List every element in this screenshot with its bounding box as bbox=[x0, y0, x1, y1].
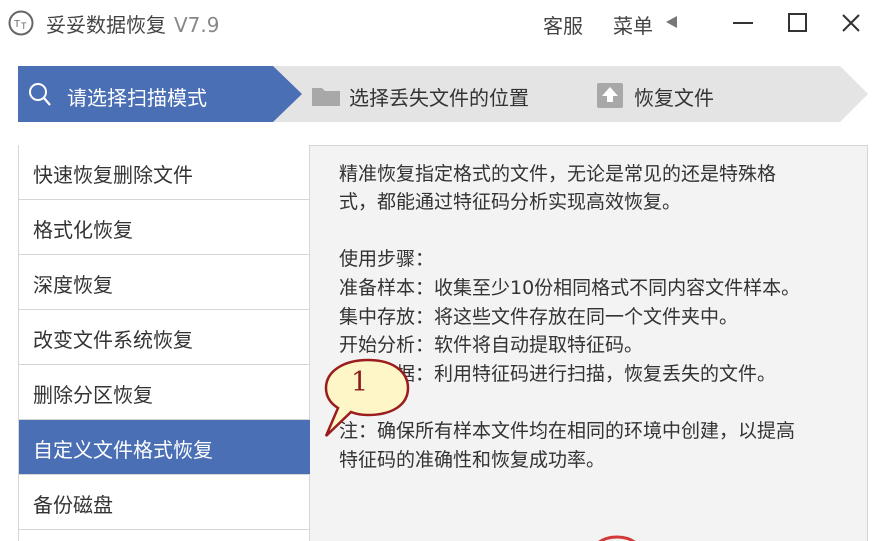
sidebar-item-label: 改变文件系统恢复 bbox=[33, 328, 193, 352]
maximize-button[interactable] bbox=[782, 8, 812, 38]
menu-arrow-icon[interactable] bbox=[666, 16, 677, 28]
description-line: 集中存放：将这些文件存放在同一个文件夹中。 bbox=[339, 306, 739, 328]
sidebar-item-partition-recover[interactable]: 删除分区恢复 bbox=[19, 365, 310, 420]
title-bar: T T 妥妥数据恢复 V7.9 客服 菜单 bbox=[0, 0, 888, 46]
svg-text:T: T bbox=[14, 19, 20, 30]
description-line: 准备样本：收集至少10份相同格式不同内容文件样本。 bbox=[339, 277, 801, 299]
app-title: 妥妥数据恢复 V7.9 bbox=[46, 9, 220, 38]
search-icon bbox=[29, 83, 51, 106]
step-bar: 请选择扫描模式 选择丢失文件的位置 恢复文件 bbox=[0, 58, 888, 130]
step-2-label[interactable]: 选择丢失文件的位置 bbox=[349, 82, 529, 111]
recovery-mode-list: 快速恢复删除文件 格式化恢复 深度恢复 改变文件系统恢复 删除分区恢复 自定义文… bbox=[18, 145, 310, 541]
sidebar-item-deep-recover[interactable]: 深度恢复 bbox=[19, 255, 310, 310]
steps-heading: 使用步骤： bbox=[339, 248, 435, 270]
app-logo-icon: T T bbox=[8, 10, 34, 36]
note-line: 特征码的准确性和恢复成功率。 bbox=[339, 449, 606, 471]
partial-callout-edge bbox=[598, 535, 636, 541]
sidebar-item-backup-disk[interactable]: 备份磁盘 bbox=[19, 475, 310, 530]
sidebar-item-label: 删除分区恢复 bbox=[33, 383, 153, 407]
minimize-button[interactable] bbox=[728, 8, 758, 38]
close-button[interactable] bbox=[836, 8, 866, 38]
sidebar-item-format-recover[interactable]: 格式化恢复 bbox=[19, 200, 310, 255]
callout-number: 1 bbox=[351, 367, 369, 398]
mode-description-panel: 精准恢复指定格式的文件，无论是常见的还是特殊格 式，都能通过特征码分析实现高效恢… bbox=[310, 145, 868, 541]
description-line: 式，都能通过特征码分析实现高效恢复。 bbox=[339, 191, 682, 213]
sidebar-item-filesystem-recover[interactable]: 改变文件系统恢复 bbox=[19, 310, 310, 365]
sidebar-item-label: 自定义文件格式恢复 bbox=[33, 438, 213, 462]
app-version: V7.9 bbox=[174, 13, 220, 37]
sidebar-item-quick-recover[interactable]: 快速恢复删除文件 bbox=[19, 145, 310, 200]
step-1-label[interactable]: 请选择扫描模式 bbox=[67, 82, 207, 111]
svg-text:T: T bbox=[21, 21, 27, 31]
customer-service-button[interactable]: 客服 bbox=[543, 10, 583, 39]
sidebar-item-label: 深度恢复 bbox=[33, 273, 113, 297]
upload-icon bbox=[597, 83, 623, 108]
sidebar-item-label: 快速恢复删除文件 bbox=[33, 163, 193, 187]
description-line: 精准恢复指定格式的文件，无论是常见的还是特殊格 bbox=[339, 163, 777, 185]
sidebar-item-label: 格式化恢复 bbox=[33, 218, 133, 242]
step-3-label[interactable]: 恢复文件 bbox=[634, 82, 714, 111]
folder-icon bbox=[312, 88, 340, 106]
app-name: 妥妥数据恢复 bbox=[46, 13, 166, 37]
menu-button[interactable]: 菜单 bbox=[613, 10, 653, 39]
sidebar-item-label: 备份磁盘 bbox=[33, 493, 113, 517]
sidebar-item-custom-format-recover[interactable]: 自定义文件格式恢复 bbox=[19, 420, 310, 475]
